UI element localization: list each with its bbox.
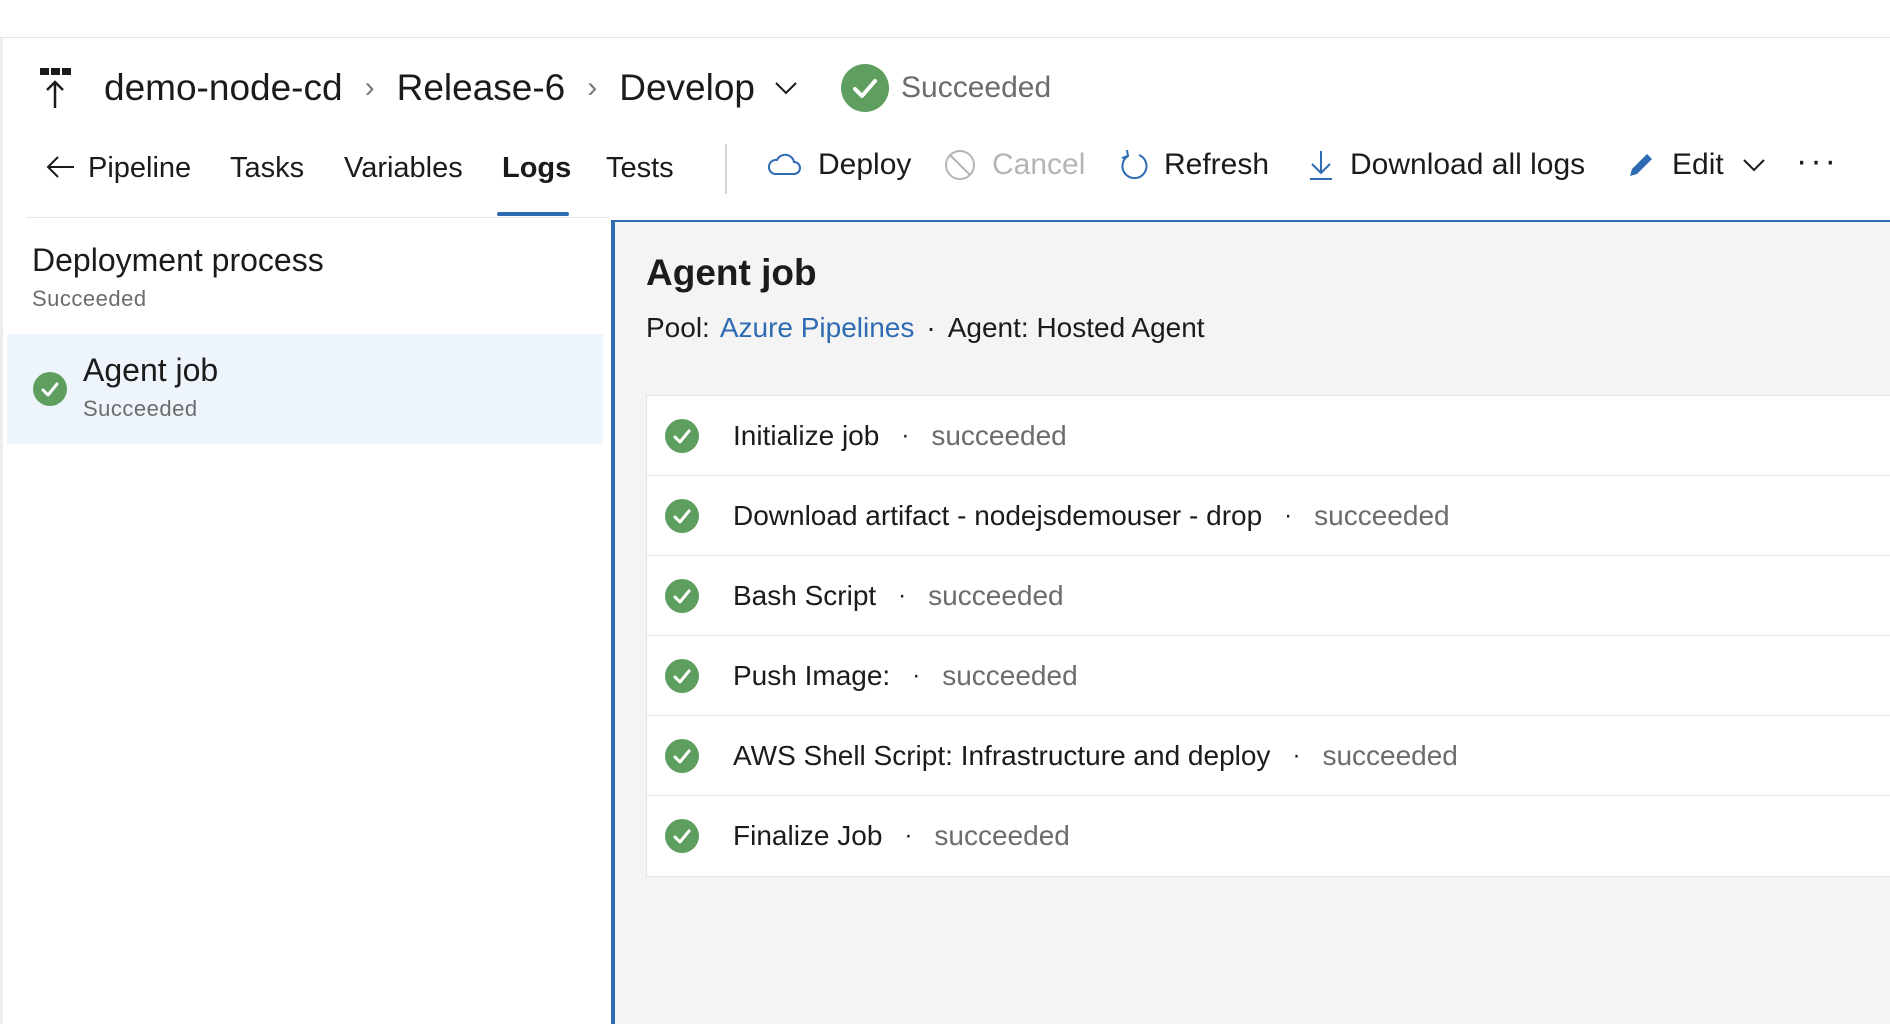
tab-pipeline-label: Pipeline	[88, 152, 192, 184]
step-status: succeeded	[942, 659, 1078, 691]
tab-logs-label: Logs	[502, 152, 572, 184]
step-separator: ·	[901, 421, 910, 449]
top-breadcrumb-strip	[0, 0, 1890, 38]
step-row[interactable]: Push Image: · succeeded	[647, 636, 1890, 716]
step-row[interactable]: Finalize Job · succeeded	[647, 796, 1890, 876]
step-name: Download artifact - nodejsdemouser - dro…	[733, 499, 1263, 531]
refresh-label: Refresh	[1164, 148, 1270, 181]
success-check-icon	[665, 738, 699, 773]
breadcrumb-separator-icon: ›	[587, 71, 598, 104]
deploy-button[interactable]: Deploy	[766, 148, 911, 182]
agent-job-item[interactable]: Agent job Succeeded	[7, 334, 603, 444]
refresh-button[interactable]: Refresh	[1118, 148, 1269, 182]
success-check-icon	[665, 819, 699, 853]
toolbar-divider	[725, 144, 727, 194]
deploy-label: Deploy	[818, 148, 912, 181]
step-row[interactable]: Bash Script · succeeded	[647, 556, 1890, 636]
tab-row-border	[26, 217, 610, 218]
agent-job-name: Agent job	[83, 352, 219, 388]
step-status: succeeded	[1314, 499, 1450, 531]
cancel-icon	[945, 150, 975, 180]
success-check-icon	[665, 498, 699, 533]
step-name: AWS Shell Script: Infrastructure and dep…	[733, 739, 1271, 771]
agent-job-detail-panel: Agent job Pool: Azure Pipelines · Agent:…	[611, 220, 1890, 1024]
breadcrumb-release[interactable]: Release-6	[397, 67, 566, 109]
deployment-process-panel: Deployment process Succeeded Agent job S…	[5, 220, 603, 1024]
step-name: Finalize Job	[733, 820, 883, 851]
more-icon: ···	[1796, 142, 1839, 180]
cancel-button[interactable]: Cancel	[944, 148, 1085, 182]
cloud-icon	[767, 153, 801, 175]
release-pipeline-icon	[40, 68, 71, 108]
tab-tests-label: Tests	[606, 152, 674, 184]
step-status: succeeded	[931, 419, 1067, 451]
tab-variables-label: Variables	[344, 152, 463, 184]
deployment-process-title[interactable]: Deployment process	[32, 242, 324, 279]
step-status: succeeded	[928, 579, 1064, 611]
agent-job-title: Agent job	[646, 252, 817, 293]
download-icon	[1310, 151, 1332, 180]
download-label: Download all logs	[1350, 148, 1586, 181]
step-status: succeeded	[934, 820, 1070, 851]
edit-button[interactable]: Edit	[1626, 148, 1766, 182]
release-header: demo-node-cd › Release-6 › Develop Succe…	[40, 58, 1051, 118]
tab-logs[interactable]: Logs	[502, 152, 571, 185]
agent-job-meta: Pool: Azure Pipelines · Agent: Hosted Ag…	[646, 312, 1205, 344]
pencil-icon	[1630, 154, 1652, 176]
step-name: Initialize job	[733, 419, 880, 451]
tab-tasks-label: Tasks	[230, 152, 305, 184]
tab-variables[interactable]: Variables	[344, 152, 463, 185]
success-check-icon	[665, 578, 699, 613]
step-separator: ·	[1292, 741, 1301, 769]
step-name: Push Image:	[733, 659, 891, 691]
tab-pipeline[interactable]: Pipeline	[44, 152, 191, 185]
arrow-left-icon	[46, 155, 74, 178]
tab-tasks[interactable]: Tasks	[230, 152, 304, 185]
success-check-icon	[841, 64, 890, 112]
step-separator: ·	[904, 822, 913, 849]
step-separator: ·	[898, 581, 907, 609]
meta-separator: ·	[926, 312, 936, 343]
refresh-icon	[1121, 149, 1148, 180]
tab-tests[interactable]: Tests	[606, 152, 674, 185]
edit-label: Edit	[1672, 148, 1724, 181]
breadcrumb-pipeline[interactable]: demo-node-cd	[104, 67, 343, 109]
step-status: succeeded	[1322, 739, 1458, 771]
success-check-icon	[33, 372, 67, 406]
more-actions-button[interactable]: ···	[1796, 142, 1839, 181]
step-name: Bash Script	[733, 579, 877, 611]
success-check-icon	[665, 658, 699, 693]
download-all-logs-button[interactable]: Download all logs	[1308, 148, 1585, 182]
cancel-label: Cancel	[992, 148, 1086, 181]
success-check-icon	[665, 418, 699, 453]
job-steps-list: Initialize job · succeeded Download arti…	[646, 395, 1890, 877]
step-row[interactable]: Initialize job · succeeded	[647, 396, 1890, 476]
tab-toolbar-row: Pipeline Tasks Variables Logs Tests Depl…	[0, 138, 1890, 218]
pool-link[interactable]: Azure Pipelines	[720, 312, 915, 344]
breadcrumb-stage[interactable]: Develop	[619, 67, 755, 109]
step-separator: ·	[912, 661, 921, 689]
agent-name: Agent: Hosted Agent	[947, 312, 1205, 343]
step-separator: ·	[1284, 501, 1293, 529]
pool-label: Pool:	[646, 312, 710, 343]
step-row[interactable]: Download artifact - nodejsdemouser - dro…	[647, 476, 1890, 556]
chevron-down-icon[interactable]	[773, 80, 799, 96]
active-tab-indicator	[497, 212, 569, 216]
chevron-down-icon	[1742, 159, 1765, 172]
release-status-text: Succeeded	[901, 71, 1052, 104]
deployment-process-status: Succeeded	[32, 286, 147, 311]
step-row[interactable]: AWS Shell Script: Infrastructure and dep…	[647, 716, 1890, 796]
agent-job-status: Succeeded	[83, 396, 198, 421]
breadcrumb-separator-icon: ›	[364, 71, 375, 104]
